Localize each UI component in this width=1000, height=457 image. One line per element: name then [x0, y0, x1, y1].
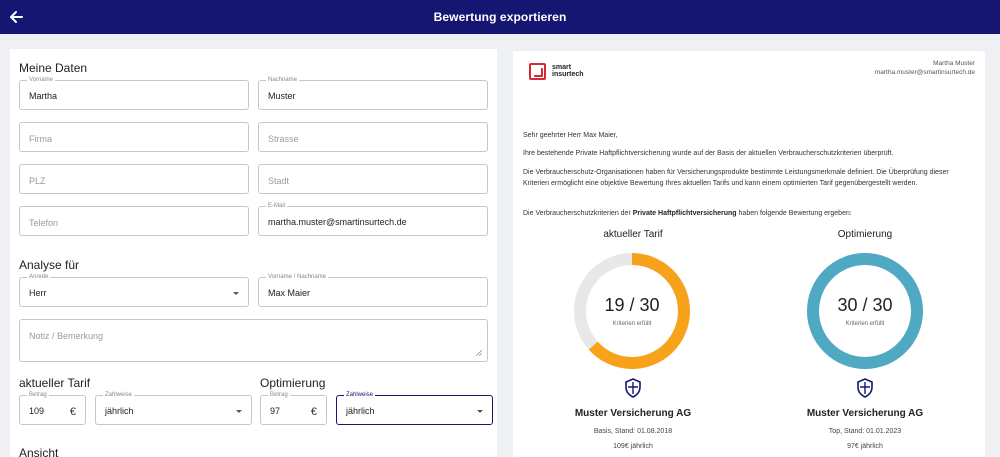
current-tariff: Basis, Stand: 01.08.2018 — [593, 428, 673, 435]
user-email: martha.muster@smartinsurtech.de — [874, 69, 975, 76]
page-title: Bewertung exportieren — [433, 10, 567, 24]
chevron-down-icon — [236, 410, 242, 413]
resize-handle-icon[interactable] — [476, 350, 482, 356]
fullname-label: Vorname / Nachname — [266, 273, 329, 281]
strasse-field[interactable]: Strasse — [258, 122, 488, 152]
shield-icon — [857, 378, 873, 398]
stadt-placeholder: Stadt — [268, 176, 290, 186]
current-zahlweise-select[interactable]: Zahlweise jährlich — [95, 391, 252, 425]
greeting: Sehr geehrter Herr Max Maier, — [523, 132, 618, 139]
opt-zahlweise-value: jährlich — [346, 406, 375, 416]
anrede-label: Anrede — [27, 273, 51, 281]
optimized-tariff: Top, Stand: 01.01.2023 — [828, 428, 902, 435]
optimized-insurer: Muster Versicherung AG — [806, 408, 924, 419]
section-my-data-heading: Meine Daten — [19, 61, 88, 75]
top-bar: Bewertung exportieren — [0, 0, 1000, 34]
optimized-heading: Optimierung — [837, 229, 893, 240]
plz-field[interactable]: PLZ — [19, 164, 249, 194]
brand-logo-icon — [529, 63, 546, 80]
nachname-label: Nachname — [266, 76, 300, 84]
telefon-placeholder: Telefon — [29, 218, 59, 228]
notiz-placeholder: Notiz / Bemerkung — [29, 331, 104, 341]
euro-icon: € — [310, 406, 317, 418]
section-current-heading: aktueller Tarif — [19, 376, 91, 390]
current-zahlweise-label: Zahlweise — [103, 391, 135, 399]
current-score-ring: 19 / 30 Kriterien erfüllt — [572, 251, 692, 371]
info-paragraph: Die Verbraucherschutz-Organisationen hab… — [523, 169, 949, 187]
anrede-value: Herr — [29, 288, 47, 298]
opt-betrag-field[interactable]: Betrag 97 € — [260, 391, 327, 425]
current-price: 109€ jährlich — [613, 443, 653, 450]
opt-betrag-label: Betrag — [268, 391, 290, 399]
section-optimization-heading: Optimierung — [260, 376, 326, 390]
email-value: martha.muster@smartinsurtech.de — [268, 217, 407, 227]
current-zahlweise-value: jährlich — [105, 406, 134, 416]
plz-placeholder: PLZ — [29, 176, 46, 186]
preview-panel: smart insurtech Martha Muster martha.mus… — [513, 51, 985, 457]
current-betrag-value: 109 — [29, 406, 45, 416]
vorname-value: Martha — [29, 91, 58, 101]
current-insurer: Muster Versicherung AG — [574, 408, 692, 419]
nachname-value: Muster — [268, 91, 296, 101]
section-view-heading: Ansicht — [19, 446, 59, 457]
intro-paragraph: Ihre bestehende Private Haftpflichtversi… — [523, 150, 894, 157]
form-panel: Meine Daten Vorname Martha Nachname Must… — [10, 49, 497, 457]
result-text-pre: Die Verbraucherschutzkriterien der — [523, 210, 633, 217]
optimized-score-caption: Kriterien erfüllt — [845, 321, 885, 327]
current-heading: aktueller Tarif — [603, 229, 663, 240]
chevron-down-icon — [477, 410, 483, 413]
telefon-field[interactable]: Telefon — [19, 206, 249, 236]
stadt-field[interactable]: Stadt — [258, 164, 488, 194]
optimized-price: 97€ jährlich — [847, 443, 883, 450]
optimized-score: 30 / 30 — [837, 295, 893, 315]
strasse-placeholder: Strasse — [268, 134, 299, 144]
result-text-product: Private Haftpflichtversicherung — [632, 210, 737, 217]
euro-icon: € — [69, 406, 76, 418]
result-text-post: haben folgende Bewertung ergeben: — [736, 210, 852, 217]
brand-name-line1: smart — [552, 64, 572, 71]
brand-name-line2: insurtech — [552, 71, 584, 78]
email-label: E-Mail — [266, 202, 288, 210]
nachname-field[interactable]: Nachname Muster — [258, 76, 488, 110]
fullname-field[interactable]: Vorname / Nachname Max Maier — [258, 273, 488, 307]
anrede-select[interactable]: Anrede Herr — [19, 273, 249, 307]
fullname-value: Max Maier — [268, 288, 311, 298]
notiz-textarea[interactable]: Notiz / Bemerkung — [19, 319, 488, 362]
current-score-caption: Kriterien erfüllt — [612, 321, 652, 327]
opt-zahlweise-select[interactable]: Zahlweise jährlich — [336, 391, 493, 425]
section-analysis-heading: Analyse für — [19, 258, 80, 272]
email-field[interactable]: E-Mail martha.muster@smartinsurtech.de — [258, 202, 488, 236]
chevron-down-icon — [233, 292, 239, 295]
optimized-score-ring: 30 / 30 Kriterien erfüllt — [805, 251, 925, 371]
current-betrag-label: Betrag — [27, 391, 49, 399]
current-score: 19 / 30 — [604, 295, 660, 315]
result-paragraph: Die Verbraucherschutzkriterien der Priva… — [523, 208, 975, 219]
opt-betrag-value: 97 — [270, 406, 281, 416]
shield-icon — [625, 378, 641, 398]
current-betrag-field[interactable]: Betrag 109 € — [19, 391, 86, 425]
vorname-label: Vorname — [27, 76, 56, 84]
firma-placeholder: Firma — [29, 134, 52, 144]
user-name: Martha Muster — [933, 60, 975, 67]
vorname-field[interactable]: Vorname Martha — [19, 76, 249, 110]
firma-field[interactable]: Firma — [19, 122, 249, 152]
opt-zahlweise-label: Zahlweise — [344, 391, 376, 399]
